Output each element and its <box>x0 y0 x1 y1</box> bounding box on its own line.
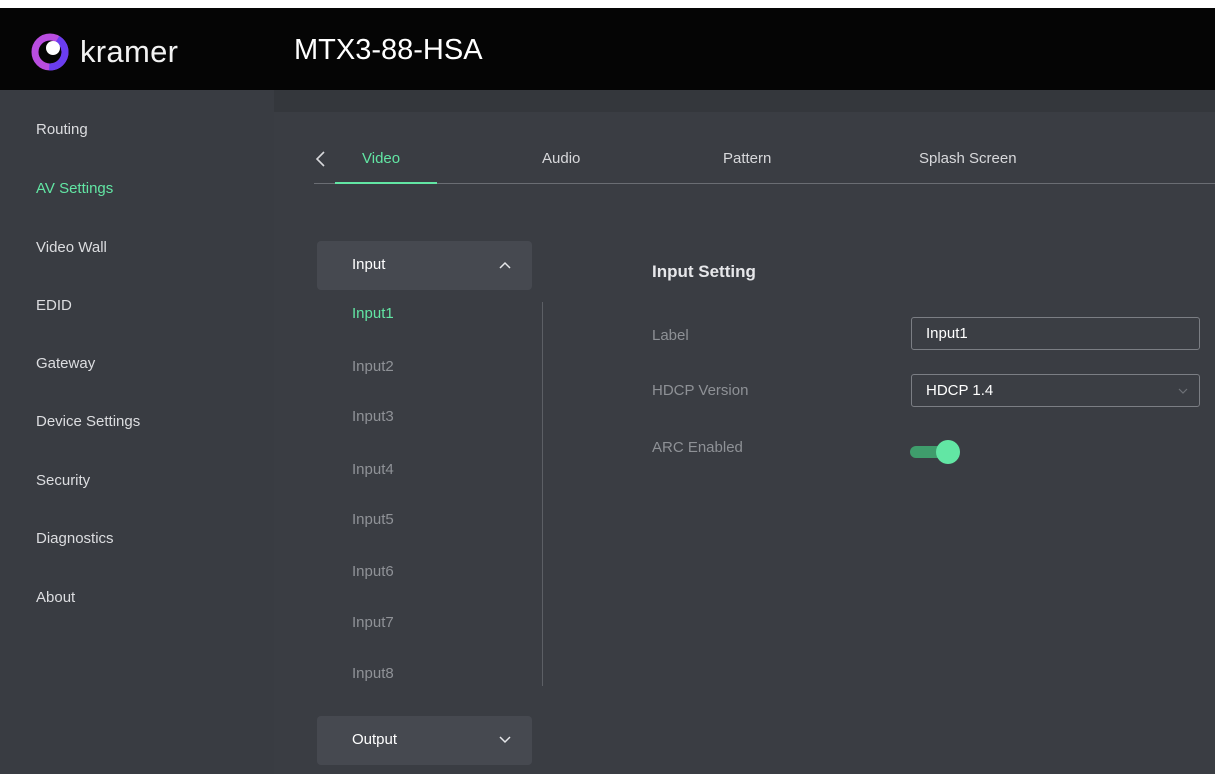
chevron-down-icon <box>1178 388 1188 394</box>
device-name: MTX3-88-HSA <box>294 34 483 66</box>
chevron-left-icon[interactable] <box>313 149 329 169</box>
sidebar-item-routing[interactable]: Routing <box>36 121 88 138</box>
toggle-knob <box>936 440 960 464</box>
sidebar-item-device-settings[interactable]: Device Settings <box>36 413 140 430</box>
label-input[interactable] <box>926 325 1185 342</box>
tab-video[interactable]: Video <box>362 150 400 167</box>
input-list-item[interactable]: Input3 <box>352 408 394 425</box>
input-list-item[interactable]: Input2 <box>352 358 394 375</box>
sidebar-item-gateway[interactable]: Gateway <box>36 355 95 372</box>
sidebar-item-security[interactable]: Security <box>36 472 90 489</box>
sidebar-item-diagnostics[interactable]: Diagnostics <box>36 530 114 547</box>
output-accordion-header[interactable]: Output <box>317 716 532 765</box>
arc-enabled-label: ARC Enabled <box>652 439 743 456</box>
label-input-box <box>911 317 1200 350</box>
sidebar-item-av-settings[interactable]: AV Settings <box>36 180 113 197</box>
hdcp-version-label: HDCP Version <box>652 382 749 399</box>
input-setting-title: Input Setting <box>652 262 756 281</box>
input-list-item[interactable]: Input7 <box>352 614 394 631</box>
label-field-label: Label <box>652 327 689 344</box>
brand-name: kramer <box>80 34 179 69</box>
kramer-logo-icon <box>31 33 69 71</box>
tab-splash-screen[interactable]: Splash Screen <box>919 150 1017 167</box>
sidebar-item-about[interactable]: About <box>36 589 75 606</box>
sidebar-item-video-wall[interactable]: Video Wall <box>36 239 107 256</box>
input-list-divider <box>542 302 543 686</box>
chevron-down-icon <box>499 736 511 744</box>
input-list-item[interactable]: Input1 <box>352 305 394 322</box>
hdcp-version-select[interactable]: HDCP 1.4 <box>911 374 1200 407</box>
top-bar: kramer MTX3-88-HSA <box>0 8 1215 90</box>
input-accordion-header[interactable]: Input <box>317 241 532 290</box>
chevron-up-icon <box>499 261 511 269</box>
hdcp-version-value: HDCP 1.4 <box>926 382 994 399</box>
arc-enabled-toggle[interactable] <box>910 440 960 464</box>
tab-pattern[interactable]: Pattern <box>723 150 771 167</box>
input-list-item[interactable]: Input4 <box>352 461 394 478</box>
input-accordion-title: Input <box>352 256 386 273</box>
output-accordion-title: Output <box>352 731 398 748</box>
tab-audio[interactable]: Audio <box>542 150 580 167</box>
input-list-item[interactable]: Input8 <box>352 665 394 682</box>
active-tab-indicator <box>335 182 437 184</box>
main-header-strip <box>274 90 1215 112</box>
sidebar-item-edid[interactable]: EDID <box>36 297 72 314</box>
tabs-divider <box>314 183 1215 184</box>
main-panel <box>274 90 1215 774</box>
input-list-item[interactable]: Input5 <box>352 511 394 528</box>
input-list-item[interactable]: Input6 <box>352 563 394 580</box>
